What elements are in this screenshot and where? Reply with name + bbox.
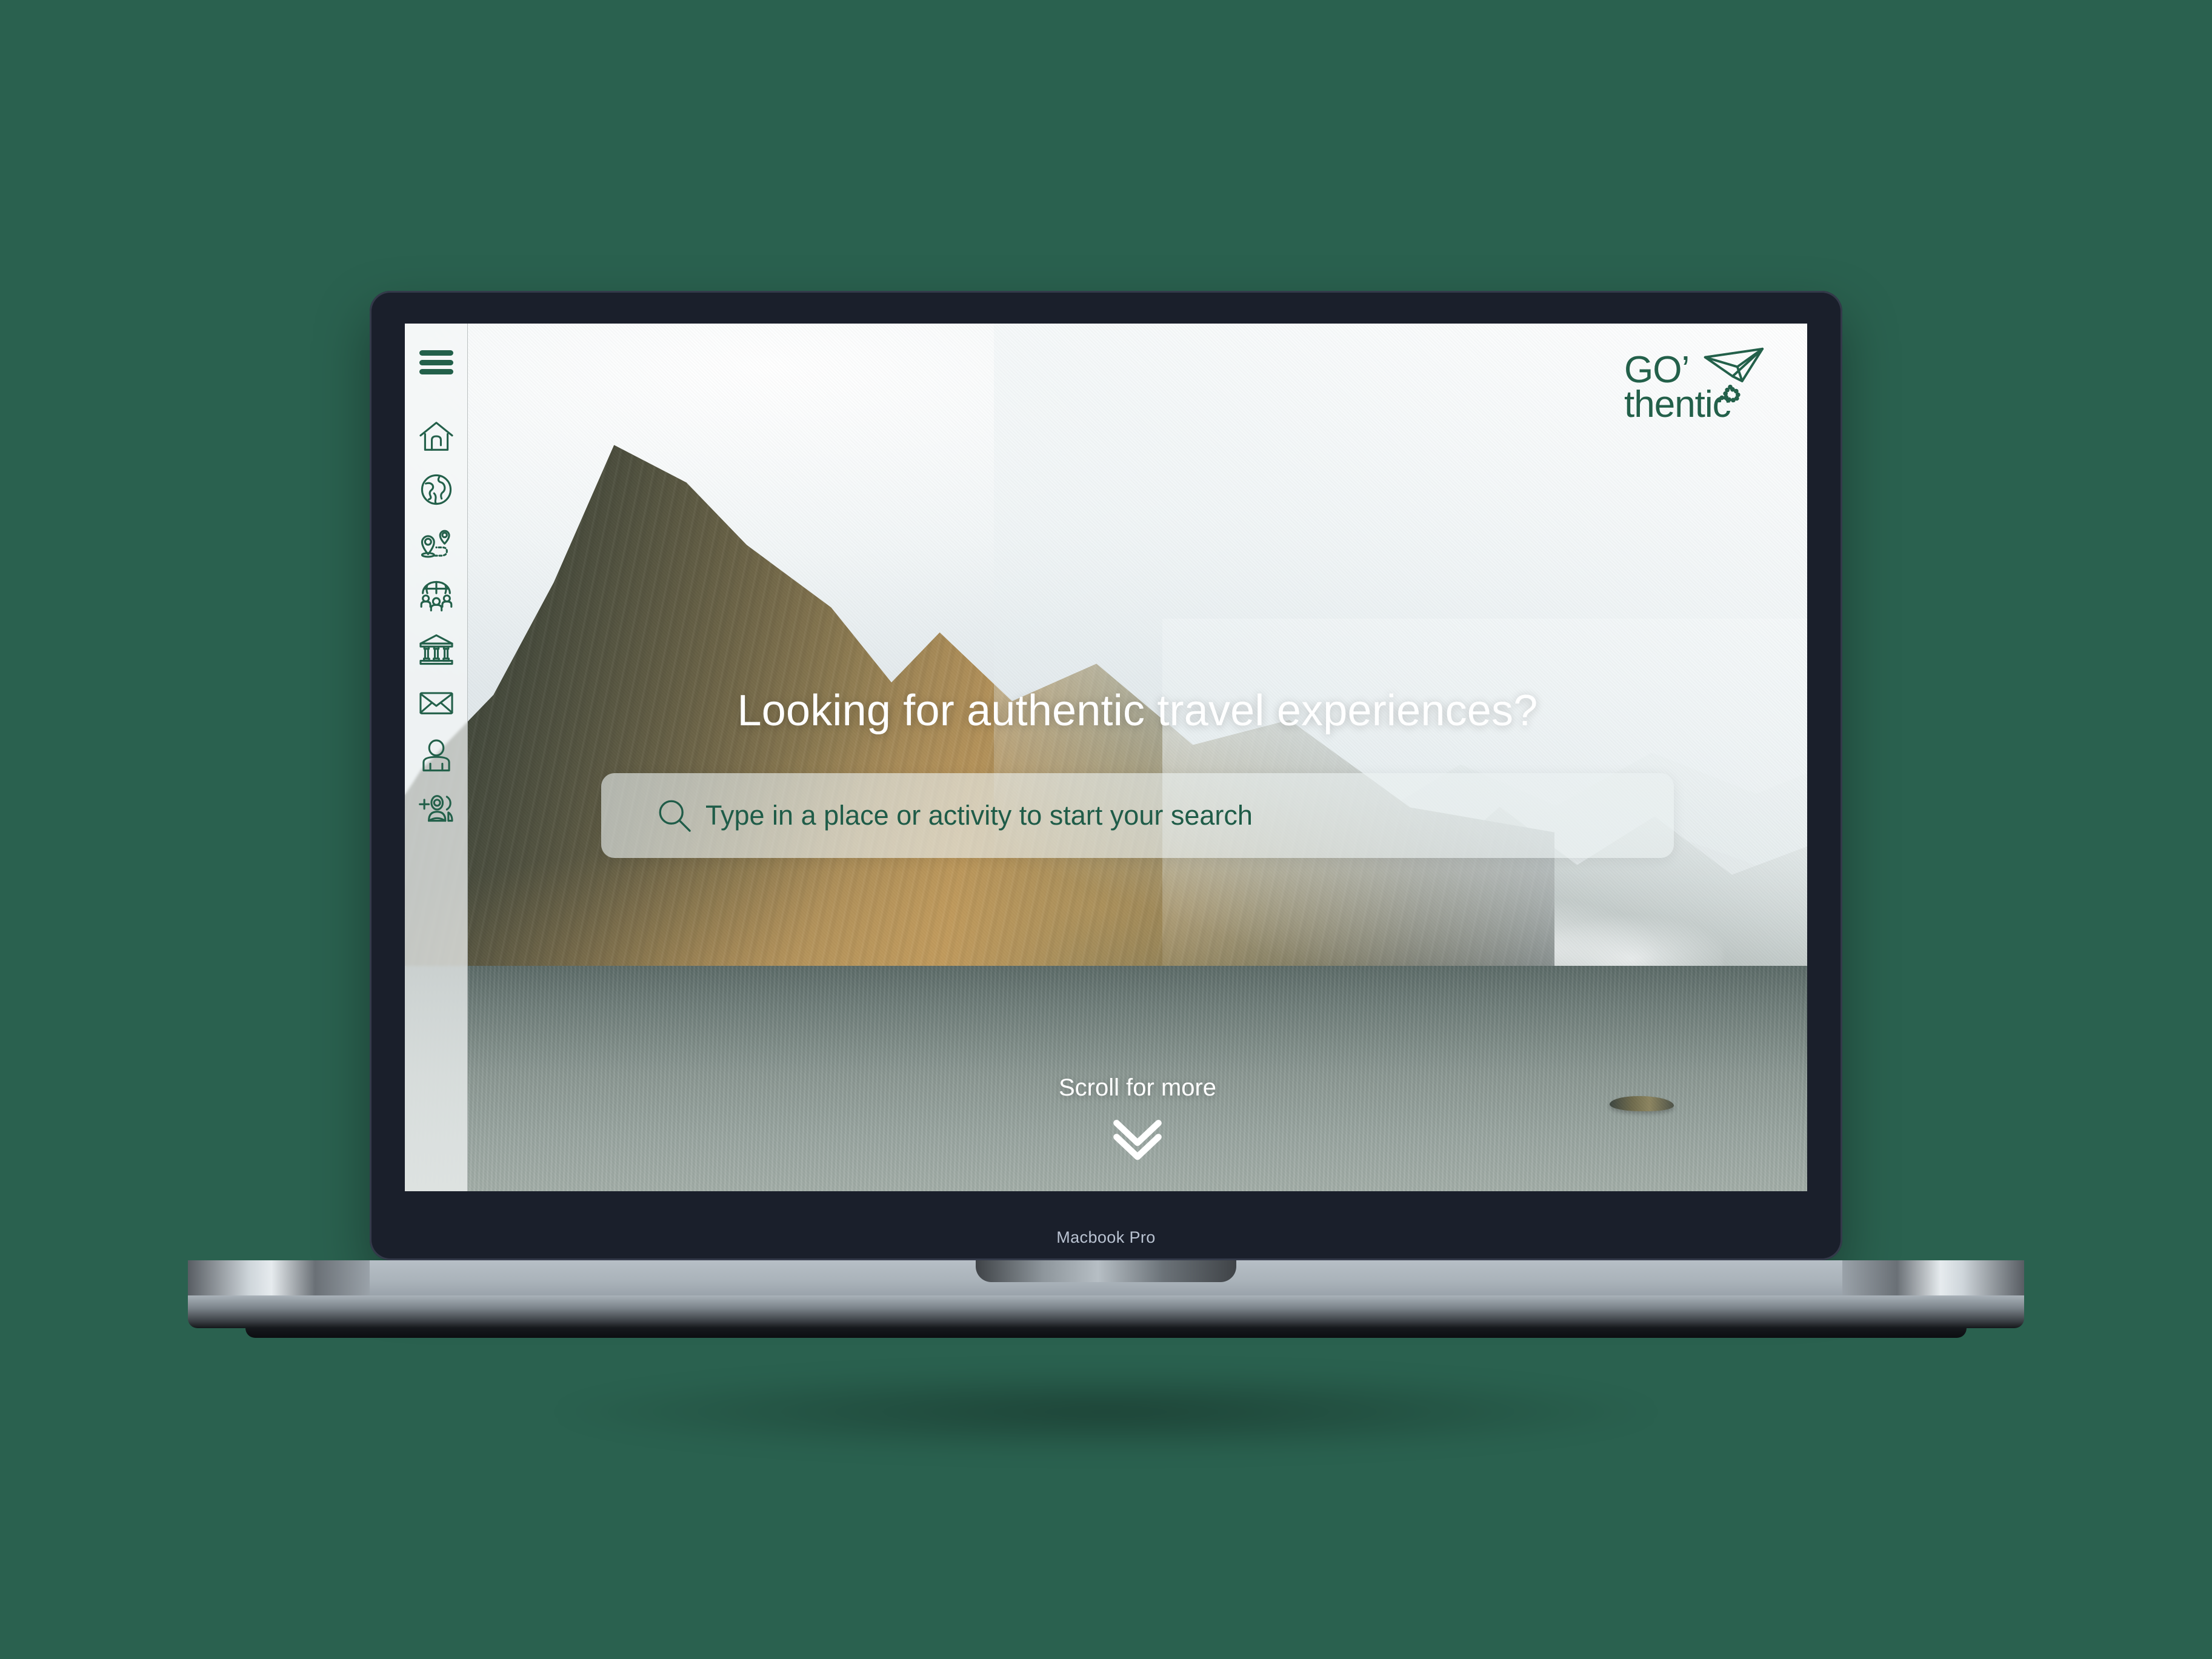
sidebar-item-explore[interactable] [418,471,455,508]
add-user-icon [418,791,455,828]
hamburger-bar [419,369,453,374]
museum-icon [418,631,455,668]
hamburger-bar [419,359,453,365]
sidebar-item-messages[interactable] [418,684,455,722]
laptop-base-top [188,1260,2024,1295]
hero-headline: Looking for authentic travel experiences… [737,687,1538,736]
sidebar-item-home[interactable] [418,417,455,455]
laptop-mockup: GO’ thentic Looking for authentic travel… [188,291,2024,1338]
hamburger-bar [419,350,453,356]
scroll-cue-label: Scroll for more [1058,1074,1217,1101]
search-icon [655,796,695,836]
profile-icon [418,737,455,775]
laptop-drop-shadow [330,1363,1882,1484]
sidebar-item-community[interactable] [418,577,455,615]
scroll-for-more-cue[interactable]: Scroll for more [468,1074,1807,1162]
envelope-icon [418,684,455,722]
sidebar-item-add-user[interactable] [418,791,455,828]
browser-viewport: GO’ thentic Looking for authentic travel… [405,324,1807,1191]
sidebar-nav [405,324,468,1191]
double-chevron-down-icon[interactable] [1108,1115,1167,1162]
laptop-lid: GO’ thentic Looking for authentic travel… [370,291,1842,1260]
globe-icon [418,471,455,508]
sidebar-item-culture[interactable] [418,631,455,668]
hamburger-menu-icon[interactable] [419,350,453,374]
sidebar-item-profile[interactable] [418,737,455,775]
device-model-label: Macbook Pro [1056,1228,1156,1246]
sidebar-item-trips[interactable] [418,524,455,562]
laptop-base [188,1260,2024,1338]
community-icon [418,577,455,615]
search-input[interactable] [704,799,1579,833]
laptop-base-lip [188,1295,2024,1328]
route-pins-icon [418,524,455,562]
hero-content: Looking for authentic travel experiences… [468,324,1807,1191]
laptop-screen: GO’ thentic Looking for authentic travel… [405,324,1807,1191]
laptop-base-foot [245,1328,1967,1338]
website-page: GO’ thentic Looking for authentic travel… [405,324,1807,1191]
laptop-base-notch [976,1260,1236,1282]
search-bar[interactable] [601,773,1674,859]
home-icon [418,417,455,455]
